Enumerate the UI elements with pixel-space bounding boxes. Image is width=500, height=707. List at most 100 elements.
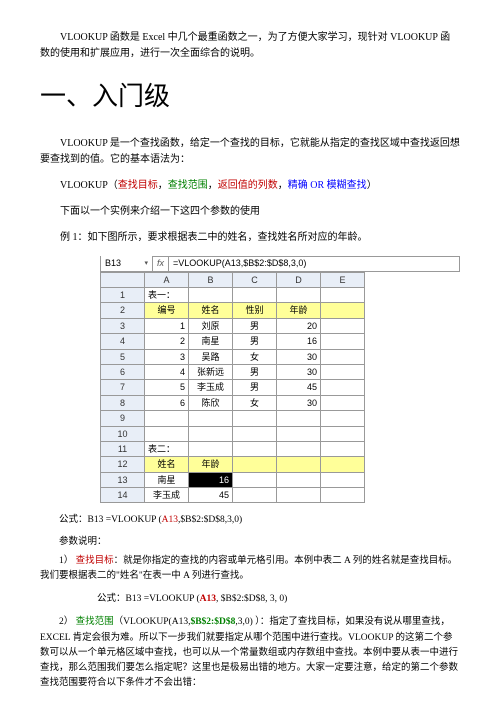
cell[interactable]: 南星 xyxy=(145,472,189,487)
row-hdr[interactable]: 12 xyxy=(101,457,145,472)
cell[interactable] xyxy=(321,411,365,426)
cell[interactable] xyxy=(233,488,277,503)
cell[interactable] xyxy=(277,472,321,487)
cell[interactable]: 张新远 xyxy=(189,364,233,379)
row-hdr[interactable]: 14 xyxy=(101,488,145,503)
cell[interactable] xyxy=(233,426,277,441)
row-hdr[interactable]: 3 xyxy=(101,318,145,333)
row-hdr[interactable]: 11 xyxy=(101,441,145,456)
cell[interactable]: 30 xyxy=(277,364,321,379)
cell[interactable]: 20 xyxy=(277,318,321,333)
cell[interactable]: 陈欣 xyxy=(189,395,233,410)
cell[interactable]: 4 xyxy=(145,364,189,379)
cell[interactable]: 年龄 xyxy=(277,303,321,318)
cell[interactable]: 姓名 xyxy=(189,303,233,318)
param1-num: 1） xyxy=(59,556,73,566)
cell[interactable] xyxy=(233,457,277,472)
cell[interactable] xyxy=(277,426,321,441)
cell[interactable]: 男 xyxy=(233,364,277,379)
cell[interactable] xyxy=(321,287,365,302)
cell[interactable]: 女 xyxy=(233,349,277,364)
cell[interactable] xyxy=(321,472,365,487)
cell[interactable]: 6 xyxy=(145,395,189,410)
cell[interactable]: 表一： xyxy=(145,287,189,302)
row-hdr[interactable]: 4 xyxy=(101,334,145,349)
cell[interactable] xyxy=(233,287,277,302)
formula-input[interactable]: =VLOOKUP(A13,$B$2:$D$8,3,0) xyxy=(169,256,459,270)
col-C[interactable]: C xyxy=(233,272,277,287)
cell[interactable] xyxy=(321,349,365,364)
cell[interactable]: 男 xyxy=(233,334,277,349)
cell[interactable] xyxy=(321,457,365,472)
cell[interactable] xyxy=(145,426,189,441)
cell[interactable] xyxy=(321,426,365,441)
cell[interactable]: 16 xyxy=(277,334,321,349)
cell[interactable]: 3 xyxy=(145,349,189,364)
cell[interactable] xyxy=(189,287,233,302)
cell[interactable]: 南星 xyxy=(189,334,233,349)
row-hdr[interactable]: 1 xyxy=(101,287,145,302)
cell[interactable] xyxy=(189,441,233,456)
cell[interactable] xyxy=(321,395,365,410)
cell[interactable]: 性别 xyxy=(233,303,277,318)
cell[interactable] xyxy=(145,411,189,426)
fx-icon[interactable]: fx xyxy=(153,256,169,270)
cell[interactable]: 45 xyxy=(189,488,233,503)
cell[interactable]: 李玉成 xyxy=(145,488,189,503)
corner-cell[interactable] xyxy=(101,272,145,287)
col-B[interactable]: B xyxy=(189,272,233,287)
cell[interactable]: 李玉成 xyxy=(189,380,233,395)
cell[interactable]: 30 xyxy=(277,349,321,364)
cell[interactable] xyxy=(189,426,233,441)
row-hdr[interactable]: 7 xyxy=(101,380,145,395)
cell[interactable] xyxy=(233,411,277,426)
cell[interactable] xyxy=(321,334,365,349)
cell[interactable]: 2 xyxy=(145,334,189,349)
cell[interactable]: 45 xyxy=(277,380,321,395)
cell[interactable] xyxy=(321,380,365,395)
syntax-suffix: ） xyxy=(367,180,377,191)
cell[interactable]: 5 xyxy=(145,380,189,395)
cell[interactable] xyxy=(321,488,365,503)
row-hdr[interactable]: 6 xyxy=(101,364,145,379)
row-hdr[interactable]: 13 xyxy=(101,472,145,487)
cell[interactable]: 年龄 xyxy=(189,457,233,472)
cell[interactable] xyxy=(277,287,321,302)
cell[interactable]: 30 xyxy=(277,395,321,410)
cell[interactable]: 女 xyxy=(233,395,277,410)
table-row: 1表一： xyxy=(101,287,365,302)
cell[interactable] xyxy=(321,318,365,333)
cell[interactable] xyxy=(189,411,233,426)
syntax-line: VLOOKUP（查找目标，查找范围，返回值的列数，精确 OR 模糊查找） xyxy=(40,178,460,194)
cell[interactable] xyxy=(321,441,365,456)
cell[interactable] xyxy=(321,303,365,318)
cell[interactable] xyxy=(277,411,321,426)
cell[interactable] xyxy=(233,472,277,487)
cell[interactable] xyxy=(233,441,277,456)
param2-title: 查找范围 xyxy=(76,617,114,627)
active-cell[interactable]: 16 xyxy=(189,472,233,487)
cell[interactable] xyxy=(277,441,321,456)
cell[interactable] xyxy=(321,364,365,379)
cell[interactable]: 表二： xyxy=(145,441,189,456)
cell[interactable]: 编号 xyxy=(145,303,189,318)
row-hdr[interactable]: 5 xyxy=(101,349,145,364)
cell[interactable]: 姓名 xyxy=(145,457,189,472)
col-D[interactable]: D xyxy=(277,272,321,287)
row-hdr[interactable]: 2 xyxy=(101,303,145,318)
name-box[interactable]: B13 ▾ xyxy=(101,256,153,270)
col-E[interactable]: E xyxy=(321,272,365,287)
col-A[interactable]: A xyxy=(145,272,189,287)
name-box-dropdown-icon[interactable]: ▾ xyxy=(144,258,148,269)
cell[interactable]: 男 xyxy=(233,318,277,333)
cell[interactable]: 刘原 xyxy=(189,318,233,333)
cell[interactable] xyxy=(277,457,321,472)
cell[interactable]: 男 xyxy=(233,380,277,395)
cell[interactable] xyxy=(277,488,321,503)
row-hdr[interactable]: 8 xyxy=(101,395,145,410)
syntax-arg3: 返回值的列数 xyxy=(218,180,278,191)
cell[interactable]: 吴路 xyxy=(189,349,233,364)
row-hdr[interactable]: 9 xyxy=(101,411,145,426)
cell[interactable]: 1 xyxy=(145,318,189,333)
row-hdr[interactable]: 10 xyxy=(101,426,145,441)
